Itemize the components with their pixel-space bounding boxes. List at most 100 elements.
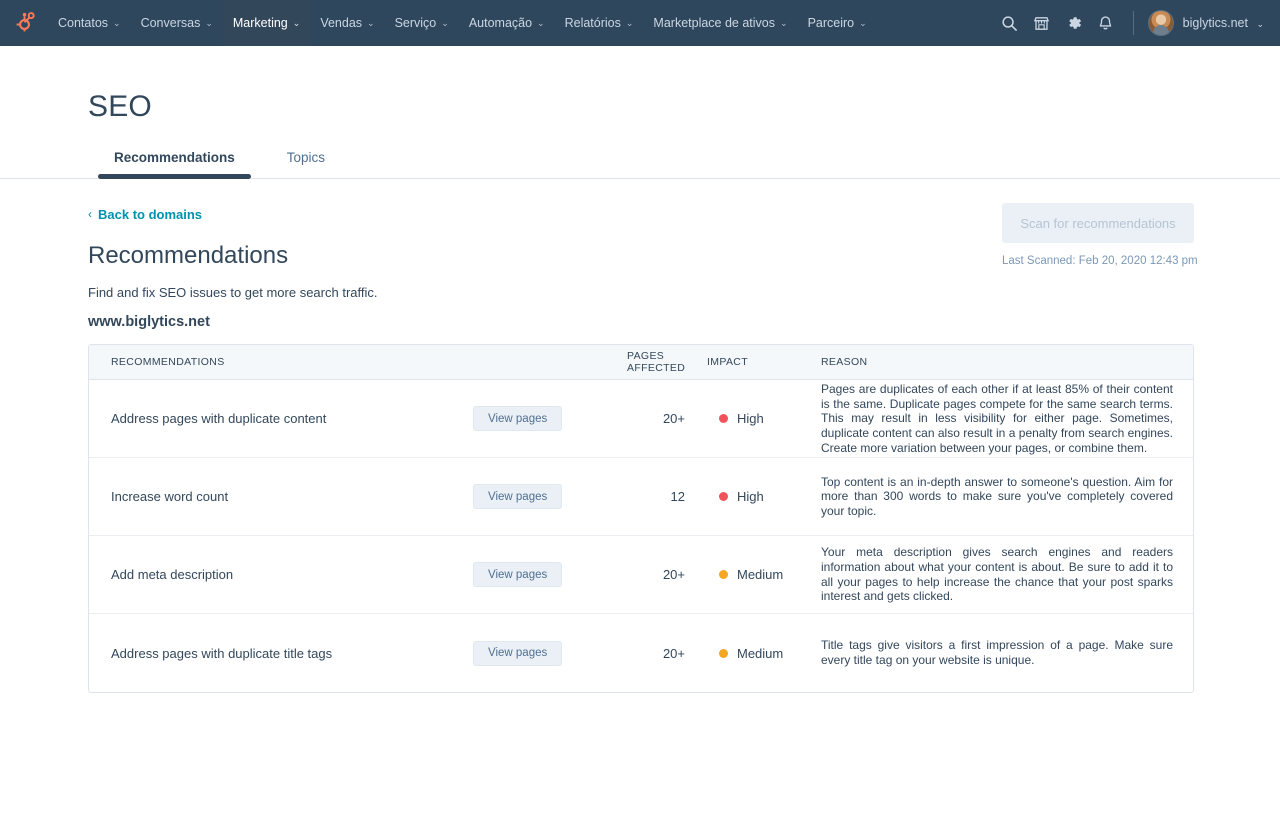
impact-status-dot — [719, 492, 728, 501]
tab-topics[interactable]: Topics — [261, 150, 351, 179]
view-pages-button[interactable]: View pages — [473, 562, 562, 587]
chevron-down-icon: ⌄ — [626, 18, 634, 29]
nav-item-label: Serviço — [395, 16, 437, 30]
chevron-down-icon: ⌄ — [441, 18, 449, 29]
pages-affected-value: 20+ — [603, 411, 689, 426]
nav-item-label: Conversas — [141, 16, 201, 30]
chevron-down-icon: ⌄ — [113, 18, 121, 29]
reason-text: Top content is an in-depth answer to som… — [821, 475, 1193, 519]
nav-item-label: Contatos — [58, 16, 108, 30]
recommendation-name: Add meta description — [111, 567, 473, 582]
nav-item-label: Marketing — [233, 16, 288, 30]
nav-item-label: Relatórios — [565, 16, 621, 30]
impact-cell: Medium — [689, 567, 821, 582]
chevron-down-icon: ⌄ — [537, 18, 545, 29]
recommendation-name: Address pages with duplicate content — [111, 411, 473, 426]
nav-utility-area: biglytics.net ⌄ — [995, 0, 1280, 46]
nav-item-automacao[interactable]: Automação ⌄ — [459, 0, 555, 46]
impact-label: Medium — [737, 646, 783, 661]
table-row: Increase word count View pages 12 High T… — [89, 458, 1193, 536]
chevron-down-icon: ⌄ — [859, 18, 867, 29]
page-header: SEO Recommendations Topics — [0, 46, 1280, 179]
impact-status-dot — [719, 570, 728, 579]
nav-item-label: Parceiro — [808, 16, 855, 30]
scan-section: Scan for recommendations Last Scanned: F… — [1002, 203, 1194, 267]
impact-cell: High — [689, 411, 821, 426]
nav-item-label: Vendas — [320, 16, 362, 30]
chevron-down-icon: ⌄ — [780, 18, 788, 29]
last-scanned-label: Last Scanned: Feb 20, 2020 12:43 pm — [1002, 255, 1194, 267]
back-to-domains-link[interactable]: ‹ Back to domains — [88, 207, 202, 222]
table-row: Address pages with duplicate title tags … — [89, 614, 1193, 692]
view-pages-button[interactable]: View pages — [473, 484, 562, 509]
bell-icon[interactable] — [1091, 8, 1121, 38]
chevron-left-icon: ‹ — [88, 207, 92, 221]
avatar — [1148, 10, 1174, 36]
table-row: Add meta description View pages 20+ Medi… — [89, 536, 1193, 614]
chevron-down-icon: ⌄ — [205, 18, 213, 29]
impact-label: High — [737, 411, 764, 426]
nav-item-marketplace-de-ativos[interactable]: Marketplace de ativos ⌄ — [643, 0, 797, 46]
nav-item-label: Marketplace de ativos — [653, 16, 775, 30]
recommendations-subheading: Find and fix SEO issues to get more sear… — [88, 285, 1194, 300]
column-header-impact: IMPACT — [689, 356, 821, 368]
recommendations-table: RECOMMENDATIONS PAGES AFFECTED IMPACT RE… — [88, 344, 1194, 693]
domain-label: www.biglytics.net — [88, 314, 1194, 330]
nav-item-marketing[interactable]: Marketing ⌄ — [223, 0, 310, 46]
reason-text: Pages are duplicates of each other if at… — [821, 382, 1193, 455]
account-menu[interactable]: biglytics.net ⌄ — [1148, 10, 1266, 36]
pages-affected-value: 20+ — [603, 646, 689, 661]
hubspot-logo-link[interactable] — [0, 0, 48, 46]
recommendation-name: Address pages with duplicate title tags — [111, 646, 473, 661]
scan-for-recommendations-button[interactable]: Scan for recommendations — [1002, 203, 1194, 243]
marketplace-icon[interactable] — [1027, 8, 1057, 38]
main-content: Scan for recommendations Last Scanned: F… — [0, 179, 1280, 693]
column-header-recommendations: RECOMMENDATIONS — [111, 356, 473, 368]
reason-text: Your meta description gives search engin… — [821, 545, 1193, 604]
nav-item-vendas[interactable]: Vendas ⌄ — [310, 0, 384, 46]
nav-item-conversas[interactable]: Conversas ⌄ — [131, 0, 223, 46]
view-pages-button[interactable]: View pages — [473, 641, 562, 666]
chevron-down-icon: ⌄ — [1256, 19, 1264, 29]
view-pages-cell: View pages — [473, 562, 603, 587]
impact-cell: Medium — [689, 646, 821, 661]
search-icon[interactable] — [995, 8, 1025, 38]
top-navigation-bar: Contatos ⌄ Conversas ⌄ Marketing ⌄ Venda… — [0, 0, 1280, 46]
chevron-down-icon: ⌄ — [293, 18, 301, 29]
column-header-pages-affected: PAGES AFFECTED — [603, 350, 689, 374]
recommendation-name: Increase word count — [111, 489, 473, 504]
view-pages-cell: View pages — [473, 484, 603, 509]
pages-affected-value: 20+ — [603, 567, 689, 582]
nav-divider — [1133, 11, 1134, 35]
column-header-reason: REASON — [821, 356, 1193, 368]
table-row: Address pages with duplicate content Vie… — [89, 380, 1193, 458]
page-title: SEO — [88, 46, 1280, 122]
view-pages-button[interactable]: View pages — [473, 406, 562, 431]
view-pages-cell: View pages — [473, 406, 603, 431]
account-name: biglytics.net ⌄ — [1183, 16, 1264, 30]
page-tabs: Recommendations Topics — [88, 150, 1280, 179]
impact-cell: High — [689, 489, 821, 504]
chevron-down-icon: ⌄ — [367, 18, 375, 29]
pages-affected-value: 12 — [603, 489, 689, 504]
nav-item-relatorios[interactable]: Relatórios ⌄ — [555, 0, 644, 46]
impact-label: High — [737, 489, 764, 504]
account-name-label: biglytics.net — [1183, 16, 1248, 30]
nav-item-label: Automação — [469, 16, 532, 30]
hubspot-sprocket-logo-icon — [12, 9, 36, 38]
impact-status-dot — [719, 414, 728, 423]
reason-text: Title tags give visitors a first impress… — [821, 638, 1193, 667]
nav-item-servico[interactable]: Serviço ⌄ — [385, 0, 459, 46]
nav-item-contatos[interactable]: Contatos ⌄ — [48, 0, 131, 46]
nav-item-parceiro[interactable]: Parceiro ⌄ — [798, 0, 877, 46]
table-header-row: RECOMMENDATIONS PAGES AFFECTED IMPACT RE… — [89, 345, 1193, 380]
view-pages-cell: View pages — [473, 641, 603, 666]
impact-status-dot — [719, 649, 728, 658]
tab-recommendations[interactable]: Recommendations — [88, 150, 261, 179]
impact-label: Medium — [737, 567, 783, 582]
back-to-domains-label: Back to domains — [98, 207, 202, 222]
gear-icon[interactable] — [1059, 8, 1089, 38]
tab-label: Recommendations — [114, 150, 235, 165]
tab-label: Topics — [287, 150, 325, 165]
primary-nav-items: Contatos ⌄ Conversas ⌄ Marketing ⌄ Venda… — [48, 0, 995, 46]
